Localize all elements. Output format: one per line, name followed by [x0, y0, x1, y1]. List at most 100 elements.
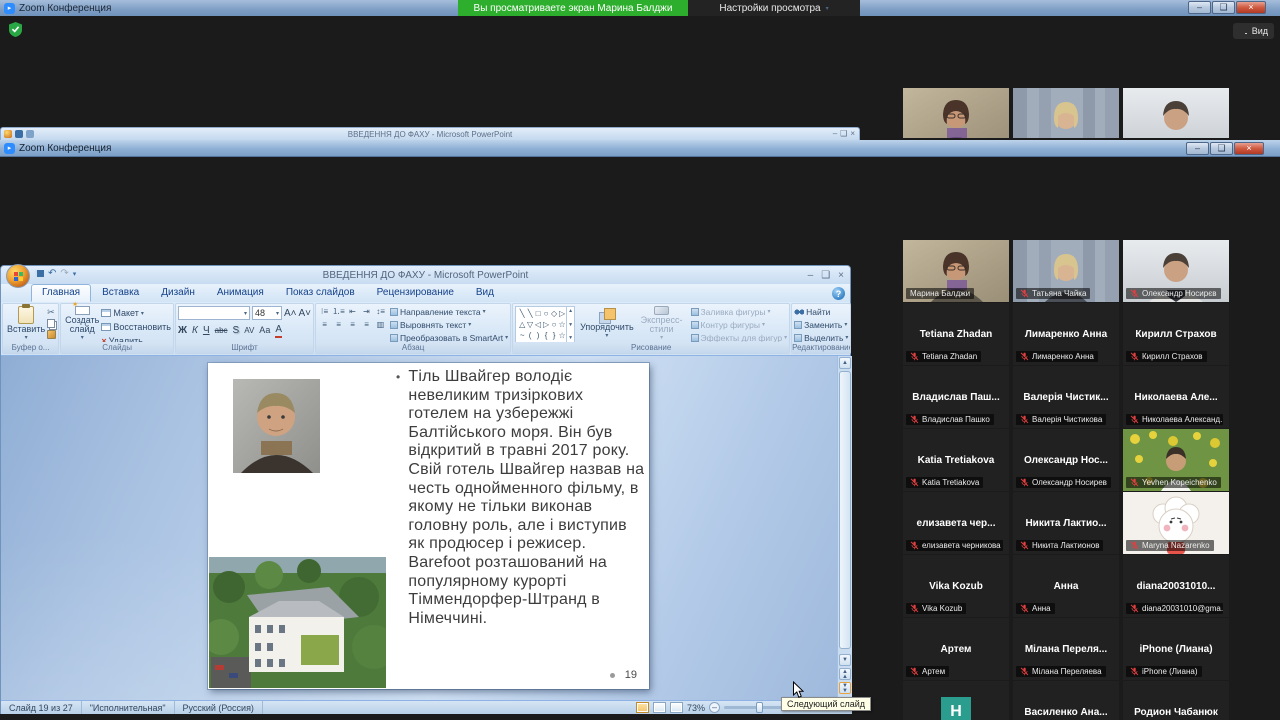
increase-indent-button[interactable]: ⇥ [360, 306, 373, 318]
ppt-restore-button[interactable]: ❑ [821, 270, 830, 281]
participant-tile[interactable] [1123, 88, 1229, 138]
participant-tile[interactable]: Марина Балджи [903, 240, 1009, 302]
participant-tile[interactable]: АртемАртем [903, 618, 1009, 680]
tab-Вставка[interactable]: Вставка [91, 284, 150, 302]
participant-tile[interactable]: Кирилл СтраховКирилл Страхов [1123, 303, 1229, 365]
reset-button[interactable]: Восстановить [113, 321, 171, 333]
tab-Показ слайдов[interactable]: Показ слайдов [275, 284, 366, 302]
text-shadow-button[interactable]: S [233, 324, 240, 337]
scroll-down-button[interactable]: ▼ [839, 654, 851, 666]
barefoot-hotel-aerial-photo[interactable] [209, 557, 386, 688]
shapes-scroll[interactable]: ▲▼▼ [566, 307, 574, 342]
close-button[interactable]: × [1236, 1, 1266, 14]
arrange-button[interactable]: Упорядочить▾ [578, 306, 636, 341]
participant-tile[interactable]: Владислав Паш...Владислав Пашко [903, 366, 1009, 428]
participant-tile[interactable]: Николаева Але...Николаева Александ... [1123, 366, 1229, 428]
align-center-button[interactable]: ≡ [332, 319, 345, 331]
shape-outline-button[interactable]: Контур фигуры▾ [691, 319, 788, 331]
participant-tile[interactable]: Никита Лактио...Никита Лактионов [1013, 492, 1119, 554]
participant-tile[interactable]: Валерія Чистик...Валерія Чистикова [1013, 366, 1119, 428]
participant-tile[interactable]: Лимаренко АннаЛимаренко Анна [1013, 303, 1119, 365]
participant-tile[interactable]: Vika KozubVika Kozub [903, 555, 1009, 617]
format-painter-icon[interactable] [47, 330, 56, 339]
participant-tile[interactable]: Tetiana ZhadanTetiana Zhadan [903, 303, 1009, 365]
replace-button[interactable]: Заменить▾ [794, 319, 848, 331]
grow-font-button[interactable]: А˄ [284, 307, 297, 320]
tab-Анимация[interactable]: Анимация [206, 284, 275, 302]
participant-tile[interactable] [1013, 88, 1119, 138]
cut-icon[interactable]: ✂ [47, 308, 56, 317]
layout-button[interactable]: Макет [113, 307, 138, 319]
view-settings-dropdown[interactable]: Настройки просмотра▾ [688, 0, 860, 16]
align-right-button[interactable]: ≡ [346, 319, 359, 331]
customize-qat-icon[interactable]: ▾ [73, 271, 77, 278]
normal-view-button[interactable] [636, 702, 649, 713]
find-button[interactable]: Найти [794, 306, 848, 318]
gallery-view-button[interactable]: Вид [1233, 23, 1274, 39]
text-direction-button[interactable]: Направление текста▾ [390, 306, 508, 318]
new-slide-button[interactable]: Создать слайд▾ [63, 306, 101, 341]
ppt-close-button[interactable]: × [838, 270, 844, 281]
shapes-gallery[interactable]: ╲╲□○◇▷ △▽◁▷○☆ ~(){}☆ ▲▼▼ [515, 306, 575, 343]
participant-tile[interactable] [903, 88, 1009, 138]
tab-Рецензирование[interactable]: Рецензирование [366, 284, 465, 302]
scroll-thumb[interactable] [839, 371, 851, 649]
participant-tile[interactable]: Олександр Носирєв [1123, 240, 1229, 302]
numbering-button[interactable]: ⒈≡ [332, 306, 345, 318]
tab-Вид[interactable]: Вид [465, 284, 505, 302]
align-text-button[interactable]: Выровнять текст▾ [390, 319, 508, 331]
previous-slide-button[interactable]: ▲▲ [839, 668, 851, 680]
font-color-button[interactable]: А [275, 323, 282, 338]
copy-icon[interactable] [47, 319, 55, 328]
shape-fill-button[interactable]: Заливка фигуры▾ [691, 306, 788, 318]
slide-sorter-view-button[interactable] [653, 702, 666, 713]
character-spacing-button[interactable]: AV [244, 324, 254, 337]
change-case-button[interactable]: Аа [259, 324, 270, 337]
underline-button[interactable]: Ч [203, 324, 210, 337]
font-size-combo[interactable]: 48▾ [252, 306, 282, 320]
redo-icon[interactable]: ↷ [60, 269, 68, 279]
til-schweiger-portrait-photo[interactable] [233, 379, 320, 473]
participant-tile[interactable]: Н [903, 681, 1009, 720]
participant-tile[interactable]: Maryna Nazarenko [1123, 492, 1229, 554]
paste-button[interactable]: Вставить▾ [5, 306, 47, 341]
shrink-font-button[interactable]: А˅ [299, 307, 312, 320]
participant-tile[interactable]: iPhone (Лиана)iPhone (Лиана) [1123, 618, 1229, 680]
tab-Дизайн[interactable]: Дизайн [150, 284, 206, 302]
strikethrough-button[interactable]: abc [215, 324, 228, 337]
slide-canvas[interactable]: • Тіль Швайгер володіє невеликим тризірк… [208, 363, 649, 689]
participant-tile[interactable]: Yevhen Kopeichenko [1123, 429, 1229, 491]
tab-Главная[interactable]: Главная [31, 284, 91, 302]
bold-button[interactable]: Ж [178, 324, 187, 337]
participant-tile[interactable]: Katia TretiakovaKatia Tretiakova [903, 429, 1009, 491]
maximize-button[interactable]: ❑ [1212, 1, 1235, 14]
slide-vertical-scrollbar[interactable]: ▲ ▼ ▲▲ ▼▼ [837, 356, 852, 700]
zoom-slider-thumb[interactable] [756, 702, 763, 713]
minimize-button[interactable]: – [1188, 1, 1211, 14]
help-icon[interactable]: ? [832, 287, 845, 300]
office-button[interactable] [6, 264, 30, 288]
participant-tile[interactable]: Родион Чабанюк [1123, 681, 1229, 720]
quick-styles-button[interactable]: Экспресс-стили▾ [639, 306, 685, 341]
zoom-out-button[interactable]: – [709, 702, 720, 713]
next-slide-button[interactable]: ▼▼ [839, 682, 851, 694]
participant-tile[interactable]: АннаАнна [1013, 555, 1119, 617]
ppt-minimize-button[interactable]: – [808, 270, 814, 281]
close-button[interactable]: × [1234, 142, 1264, 155]
italic-button[interactable]: К [192, 324, 198, 337]
participant-tile[interactable]: diana20031010...diana20031010@gma... [1123, 555, 1229, 617]
undo-icon[interactable]: ↶ [48, 269, 56, 279]
save-icon[interactable] [35, 270, 44, 279]
restore-button[interactable]: ❑ [1210, 142, 1233, 155]
participant-tile[interactable]: елизавета чер...елизавета черникова [903, 492, 1009, 554]
decrease-indent-button[interactable]: ⇤ [346, 306, 359, 318]
participant-tile[interactable]: Татьяна Чайка [1013, 240, 1119, 302]
participant-tile[interactable]: Олександр Нос...Олександр Носирев [1013, 429, 1119, 491]
status-language[interactable]: Русский (Россия) [175, 701, 263, 714]
meeting-security-shield-icon[interactable] [9, 22, 22, 37]
line-spacing-button[interactable]: ↕≡ [374, 306, 387, 318]
participant-tile[interactable]: Василенко Ана... [1013, 681, 1119, 720]
justify-button[interactable]: ≡ [360, 319, 373, 331]
minimize-button[interactable]: – [1186, 142, 1209, 155]
bullets-button[interactable]: ⁝≡ [318, 306, 331, 318]
